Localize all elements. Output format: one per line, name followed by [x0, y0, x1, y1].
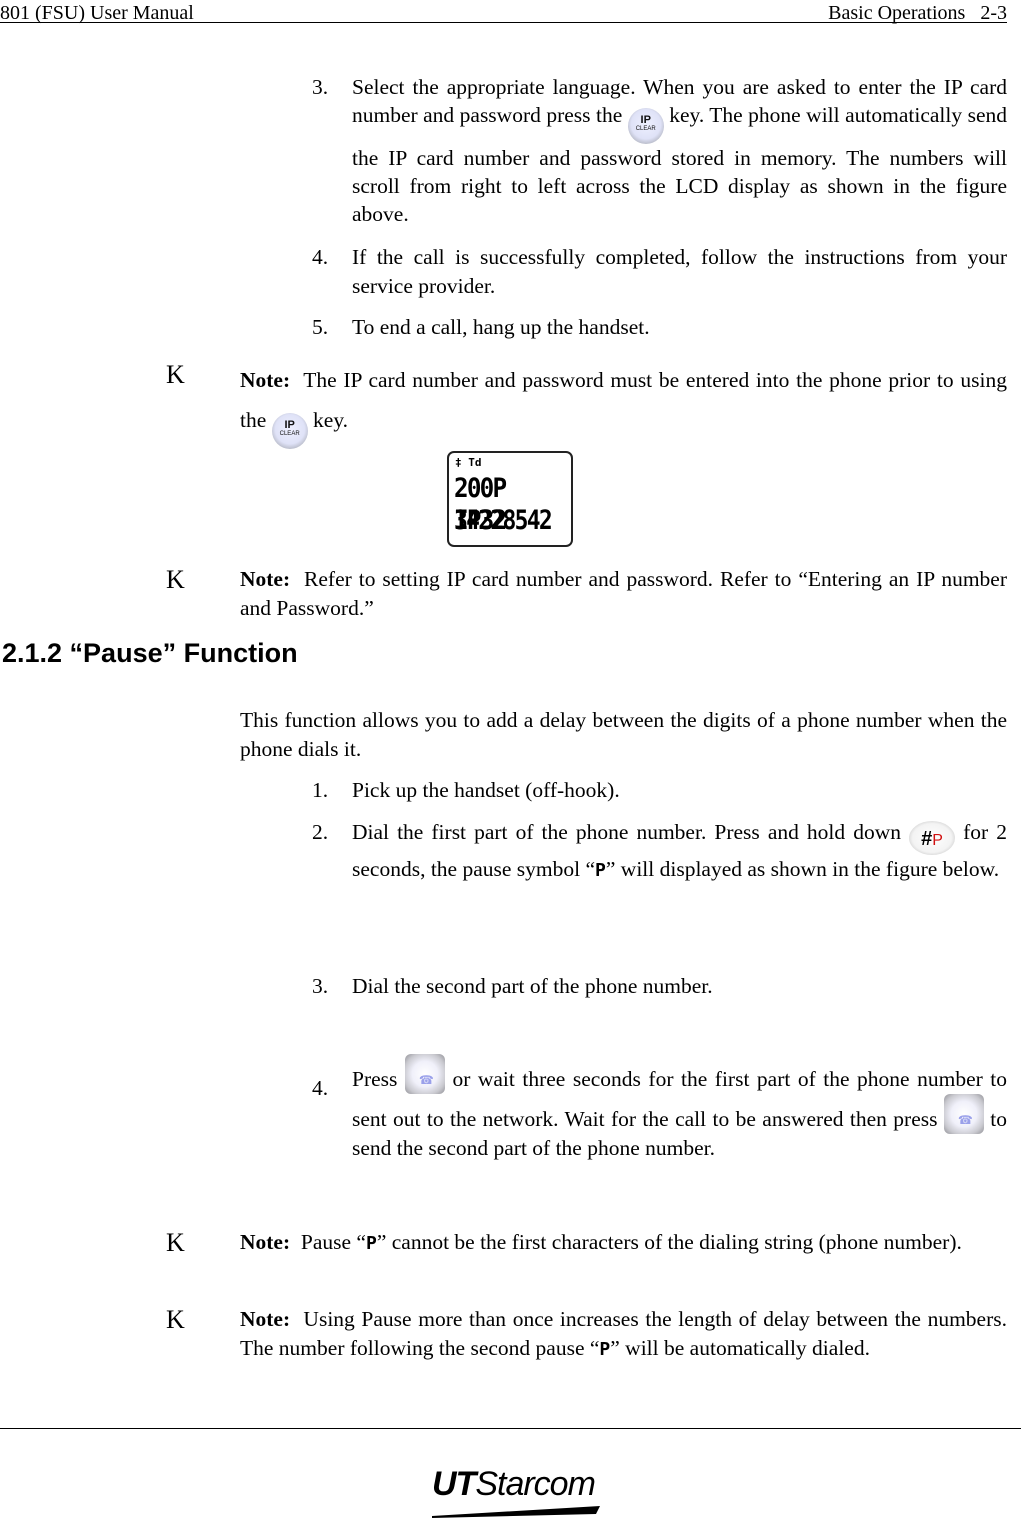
lcd-status-icons: ‡ Td: [455, 456, 482, 469]
note-label: Note:: [240, 368, 291, 392]
step-number: 5.: [312, 315, 329, 339]
step-number: 2.: [312, 820, 329, 844]
intro-paragraph: This function allows you to add a delay …: [240, 708, 1007, 761]
note-label: Note:: [240, 1230, 291, 1254]
pause-symbol: P: [599, 1339, 611, 1360]
ip-clear-key-icon: IP CLEAR: [627, 108, 664, 144]
send-key-icon: ☎: [404, 1054, 445, 1094]
footer-rule: [0, 1428, 1021, 1429]
step-text: Dial the first part of the phone number.…: [352, 820, 901, 844]
note-marker: K: [166, 360, 185, 389]
header-rule: [0, 22, 1007, 23]
note-text: key.: [313, 408, 349, 432]
logo-bold: UT: [432, 1465, 476, 1503]
pause-step-2: 2. Dial the first part of the phone numb…: [312, 818, 1007, 918]
utstarcom-logo: UTStarcom: [432, 1466, 602, 1518]
note-3: Note: Pause “P” cannot be the first char…: [240, 1228, 1007, 1258]
note-text: ” cannot be the first characters of the …: [376, 1230, 962, 1254]
logo-swoosh-icon: [432, 1506, 600, 1518]
pause-symbol: P: [365, 1233, 377, 1254]
section-heading: 2.1.2 “Pause” Function: [2, 638, 298, 668]
note-text: Refer to setting IP card number and pass…: [240, 567, 1008, 620]
step-text: If the call is successfully completed, f…: [352, 245, 1007, 298]
send-key-icon: ☎: [943, 1094, 984, 1134]
pause-step-4: 4. Press ☎ or wait three seconds for the…: [312, 1054, 1007, 1214]
logo-rest: Starcom: [475, 1465, 596, 1503]
note-text: Pause “: [300, 1230, 366, 1254]
note-text: ” will be automatically dialed.: [610, 1336, 870, 1360]
step-number: 4.: [312, 245, 329, 269]
step-number: 3.: [312, 75, 329, 99]
step-number: 4.: [312, 1076, 329, 1100]
note-2: Note: Refer to setting IP card number an…: [240, 565, 1007, 623]
step-text: Pick up the handset (off-hook).: [352, 778, 620, 802]
note-label: Note:: [240, 1307, 291, 1331]
note-marker: K: [166, 565, 185, 594]
note-text: The IP card number and password must be …: [240, 368, 1007, 432]
ip-clear-key-icon: IP CLEAR: [271, 413, 308, 449]
note-label: Note:: [240, 567, 291, 591]
step-text: Dial the second part of the phone number…: [352, 974, 713, 998]
note-marker: K: [166, 1305, 185, 1334]
step-4: 4. If the call is successfully completed…: [312, 243, 1007, 303]
lcd-display: ‡ Td 200P IP32 34228542: [447, 451, 573, 547]
note-4: Note: Using Pause more than once increas…: [240, 1305, 1007, 1364]
note-marker: K: [166, 1228, 185, 1257]
step-3: 3. Select the appropriate language. When…: [312, 73, 1007, 233]
step-text: ” will displayed as shown in the figure …: [605, 857, 1000, 881]
step-number: 3.: [312, 974, 329, 998]
note-1: Note: The IP card number and password mu…: [240, 360, 1007, 449]
step-number: 1.: [312, 778, 329, 802]
step-text: To end a call, hang up the handset.: [352, 315, 650, 339]
step-text: Press: [352, 1067, 398, 1091]
step-text: or wait three seconds for the first part…: [352, 1067, 1008, 1131]
pause-symbol: P: [595, 860, 606, 881]
pause-key-icon: #P: [909, 821, 956, 855]
lcd-line-2: 34228542: [454, 505, 553, 536]
